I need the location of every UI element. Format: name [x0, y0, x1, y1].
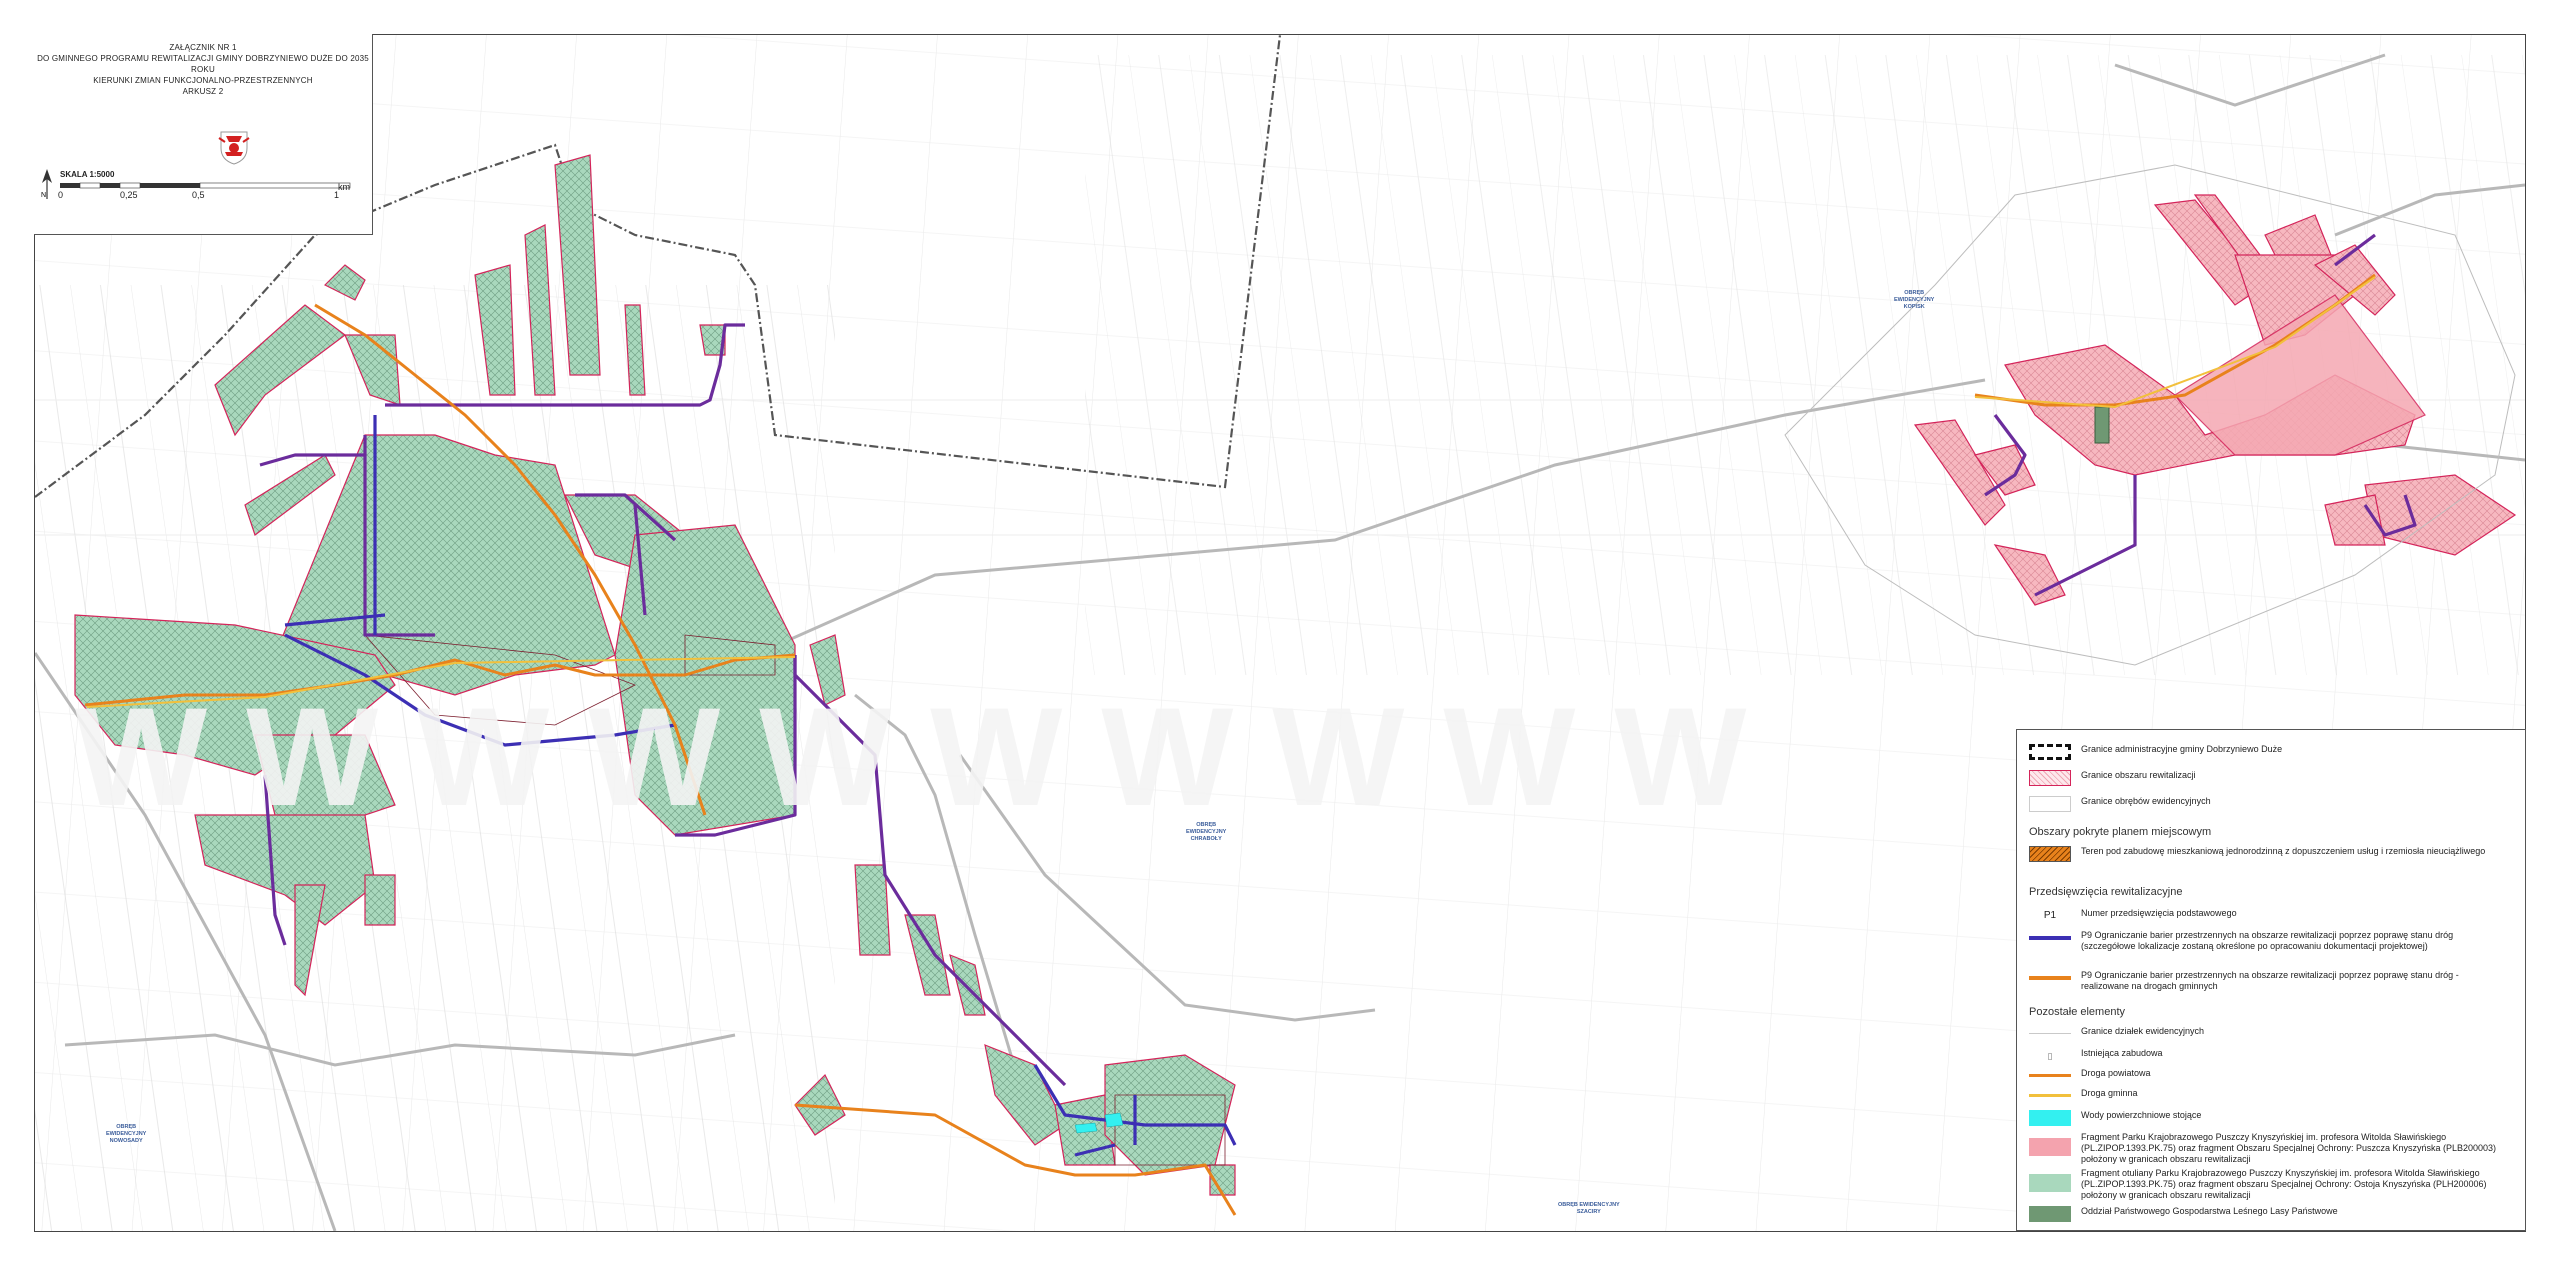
water-swatch — [2029, 1110, 2071, 1126]
legend-text: Granice działek ewidencyjnych — [2081, 1026, 2205, 1036]
municipal-road-swatch — [2029, 1088, 2071, 1104]
legend-section-plan: Obszary pokryte planem miejscowym — [2029, 826, 2212, 838]
scale-bar — [60, 182, 351, 189]
place-label-line: OBRĘB — [1904, 290, 1925, 296]
title-line: KIERUNKI ZMIAN FUNKCJONALNO-PRZESTRZENNY… — [93, 76, 313, 85]
legend-row-parcels: Granice działek ewidencyjnych — [2029, 1026, 2204, 1042]
legend-row-orange-line: P9 Ograniczanie barier przestrzennych na… — [2029, 970, 2501, 992]
title-line: DO GMINNEGO PROGRAMU REWITALIZACJI GMINY… — [37, 54, 369, 74]
place-label-line: EWIDENCYJNY — [106, 1131, 147, 1137]
legend-text: P9 Ograniczanie barier przestrzennych na… — [2081, 970, 2459, 991]
p1-number-symbol: P1 — [2043, 910, 2057, 921]
district-road-swatch — [2029, 1068, 2071, 1084]
legend: Granice administracyjne gminy Dobrzyniew… — [2016, 729, 2526, 1231]
orange-line-swatch — [2029, 970, 2071, 986]
place-label-szaciry: OBRĘB EWIDENCYJNY SZACIRY — [1558, 1202, 1620, 1216]
legend-row-buildings: ▯ Istniejąca zabudowa — [2029, 1048, 2163, 1064]
place-label-nowosady: OBRĘB EWIDENCYJNY NOWOSADY — [106, 1124, 146, 1145]
legend-row-plan: Teren pod zabudowę mieszkaniową jednorod… — [2029, 846, 2485, 862]
place-label-line: KOPISK — [1903, 304, 1925, 310]
forest-division — [2094, 406, 2110, 444]
legend-text: Numer przedsięwzięcia podstawowego — [2081, 908, 2237, 918]
legend-row-water: Wody powierzchniowe stojące — [2029, 1110, 2201, 1126]
place-label-line: SZACIRY — [1576, 1209, 1601, 1215]
place-label-line: OBRĘB — [116, 1124, 137, 1130]
legend-row-forest: Oddział Państwowego Gospodarstwa Leśnego… — [2029, 1206, 2338, 1222]
place-label-kopisk: OBRĘB EWIDENCYJNY KOPISK — [1894, 290, 1934, 311]
place-label-line: OBRĘB — [1196, 822, 1217, 828]
scale-tick-label: 0,25 — [120, 190, 138, 200]
legend-row-admin-boundary: Granice administracyjne gminy Dobrzyniew… — [2029, 744, 2282, 760]
scale-tick-label: 0,5 — [192, 190, 205, 200]
place-label-line: NOWOSADY — [109, 1138, 143, 1144]
purple-line-swatch — [2029, 930, 2071, 946]
title-text: ZAŁĄCZNIK NR 1 DO GMINNEGO PROGRAMU REWI… — [34, 42, 372, 97]
revitalization-boundary-swatch — [2029, 770, 2071, 786]
legend-row-district-road: Droga powiatowa — [2029, 1068, 2151, 1084]
legend-text: Teren pod zabudowę mieszkaniową jednorod… — [2081, 846, 2486, 856]
place-label-line: EWIDENCYJNY — [1186, 829, 1227, 835]
forest-division-swatch — [2029, 1206, 2071, 1222]
legend-row-purple-line: P9 Ograniczanie barier przestrzennych na… — [2029, 930, 2501, 952]
parcel-line-swatch — [2029, 1026, 2071, 1042]
legend-row-survey-boundary: Granice obrębów ewidencyjnych — [2029, 796, 2211, 812]
watermark: W W W W W W W W W W — [75, 678, 1746, 835]
svg-text:N: N — [41, 192, 46, 199]
place-label-line: CHRABOŁY — [1190, 836, 1222, 842]
scale-tick-label: 0 — [58, 190, 64, 200]
north-arrow-icon: N — [41, 169, 52, 199]
legend-text: Fragment Parku Krajobrazowego Puszczy Kn… — [2081, 1132, 2497, 1164]
legend-text: P9 Ograniczanie barier przestrzennych na… — [2081, 930, 2454, 951]
legend-row-revitalization-boundary: Granice obszaru rewitalizacji — [2029, 770, 2196, 786]
pink-area-swatch — [2029, 1138, 2071, 1156]
legend-text: Droga powiatowa — [2081, 1068, 2151, 1078]
legend-text: Granice administracyjne gminy Dobrzyniew… — [2081, 744, 2283, 754]
title-block: ZAŁĄCZNIK NR 1 DO GMINNEGO PROGRAMU REWI… — [34, 34, 373, 235]
legend-section-projects: Przedsięwzięcia rewitalizacyjne — [2029, 886, 2183, 898]
legend-row-municipal-road: Droga gminna — [2029, 1088, 2138, 1104]
legend-text: Fragment otuliany Parku Krajobrazowego P… — [2081, 1168, 2487, 1200]
hatched-orange-swatch — [2029, 846, 2071, 862]
legend-text: Granice obszaru rewitalizacji — [2081, 770, 2196, 780]
title-line: ARKUSZ 2 — [182, 87, 224, 96]
legend-section-other: Pozostałe elementy — [2029, 1006, 2125, 1018]
legend-row-green-area: Fragment otuliany Parku Krajobrazowego P… — [2029, 1168, 2501, 1201]
scale-label: SKALA 1:5000 — [60, 170, 115, 179]
place-label-line: EWIDENCYJNY — [1894, 297, 1935, 303]
scale-unit: km — [338, 182, 350, 192]
place-label-chraboly: OBRĘB EWIDENCYJNY CHRABOŁY — [1186, 822, 1226, 843]
title-line: ZAŁĄCZNIK NR 1 — [169, 43, 237, 52]
legend-row-pink-area: Fragment Parku Krajobrazowego Puszczy Kn… — [2029, 1132, 2501, 1165]
legend-text: Wody powierzchniowe stojące — [2081, 1110, 2202, 1120]
building-symbol: ▯ — [2047, 1051, 2053, 1061]
admin-boundary-swatch — [2029, 744, 2071, 760]
legend-text: Granice obrębów ewidencyjnych — [2081, 796, 2211, 806]
crest-icon — [218, 131, 250, 165]
legend-text: Oddział Państwowego Gospodarstwa Leśnego… — [2081, 1206, 2338, 1216]
survey-area-boundary-swatch — [2029, 796, 2071, 812]
legend-row-p1: P1 Numer przedsięwzięcia podstawowego — [2029, 908, 2237, 924]
legend-text: Istniejąca zabudowa — [2081, 1048, 2163, 1058]
place-label-line: OBRĘB EWIDENCYJNY — [1558, 1202, 1620, 1208]
green-area-swatch — [2029, 1174, 2071, 1192]
legend-text: Droga gminna — [2081, 1088, 2138, 1098]
